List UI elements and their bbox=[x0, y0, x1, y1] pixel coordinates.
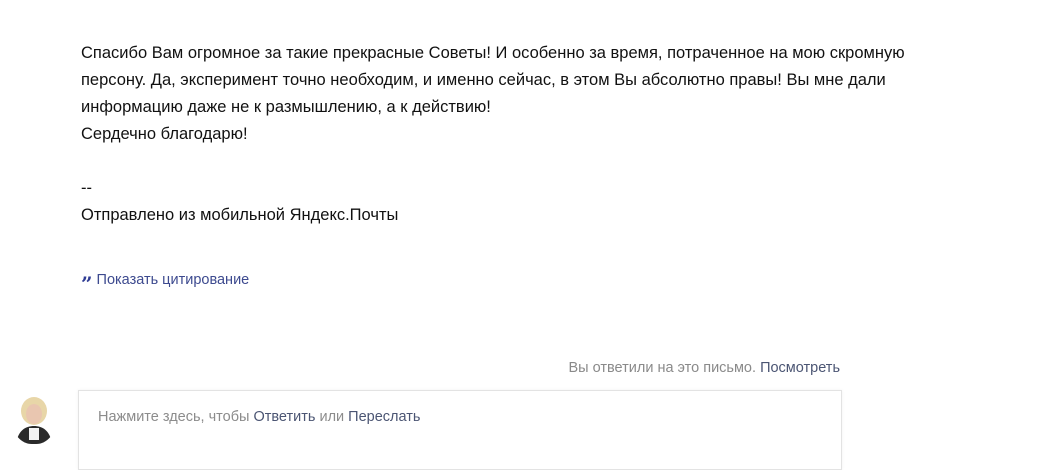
signature-separator: -- bbox=[81, 179, 92, 197]
reply-prompt-or: или bbox=[319, 409, 345, 425]
message-body: Спасибо Вам огромное за такие прекрасные… bbox=[81, 40, 1031, 229]
message-line: информацию даже не к размышлению, а к де… bbox=[81, 98, 491, 116]
forward-link[interactable]: Переслать bbox=[348, 409, 420, 425]
reply-link[interactable]: Ответить bbox=[253, 409, 315, 425]
quote-icon: ” bbox=[81, 272, 92, 296]
show-quote-label: Показать цитирование bbox=[96, 272, 250, 288]
quick-reply-prompt: Нажмите здесь, чтобы Ответить или Пересл… bbox=[98, 409, 420, 425]
replied-note-text: Вы ответили на это письмо. bbox=[568, 360, 757, 376]
message-thanks: Сердечно благодарю! bbox=[81, 125, 248, 143]
avatar[interactable] bbox=[12, 392, 56, 444]
quick-reply-box[interactable]: Нажмите здесь, чтобы Ответить или Пересл… bbox=[78, 390, 842, 470]
avatar-image bbox=[12, 392, 56, 444]
view-reply-link[interactable]: Посмотреть bbox=[760, 360, 840, 376]
signature: Отправлено из мобильной Яндекс.Почты bbox=[81, 206, 399, 224]
replied-note: Вы ответили на это письмо. Посмотреть bbox=[569, 360, 841, 376]
show-quote-toggle[interactable]: ” Показать цитирование bbox=[81, 272, 250, 296]
message-line: Спасибо Вам огромное за такие прекрасные… bbox=[81, 44, 905, 62]
message-line: персону. Да, эксперимент точно необходим… bbox=[81, 71, 886, 89]
reply-prompt-prefix: Нажмите здесь, чтобы bbox=[98, 409, 250, 425]
